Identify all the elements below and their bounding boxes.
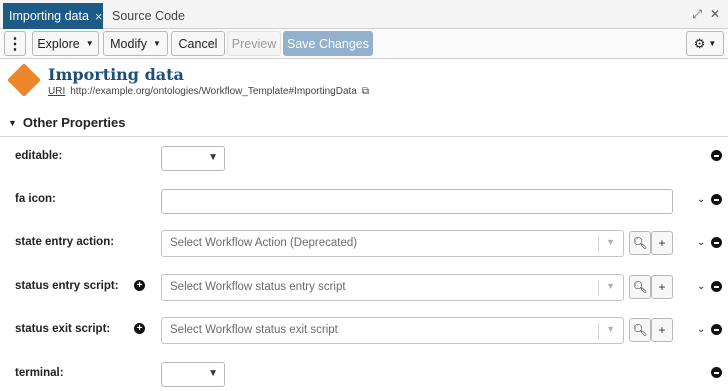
resource-title: Importing data xyxy=(48,65,184,84)
status-exit-script-select[interactable]: Select Workflow status exit script ▼ xyxy=(161,317,624,344)
external-link-icon[interactable]: ⧉ xyxy=(362,86,369,97)
remove-icon[interactable] xyxy=(711,367,722,378)
plus-icon: + xyxy=(658,236,666,250)
placeholder: Select Workflow status entry script xyxy=(170,281,346,293)
chevron-down-icon[interactable]: ⌄ xyxy=(697,324,705,335)
placeholder: Select Workflow Action (Deprecated) xyxy=(170,237,358,249)
add-button[interactable]: + xyxy=(651,318,673,342)
uri-line: URI http://example.org/ontologies/Workfl… xyxy=(48,86,369,97)
close-icon[interactable]: ✕ xyxy=(710,7,720,22)
caret-down-icon: ▼ xyxy=(8,117,17,128)
state-entry-action-select[interactable]: Select Workflow Action (Deprecated) ▼ xyxy=(161,230,624,257)
close-icon[interactable]: × xyxy=(95,9,103,24)
uri-value: http://example.org/ontologies/Workflow_T… xyxy=(70,86,357,97)
modify-button[interactable]: Modify ▼ xyxy=(103,31,168,56)
fa-icon-label: fa icon: xyxy=(15,193,56,205)
menu-button[interactable]: ⋮ xyxy=(4,31,26,56)
status-entry-script-label: status entry script: xyxy=(15,280,119,292)
divider xyxy=(598,323,599,339)
save-changes-button[interactable]: Save Changes xyxy=(283,31,373,56)
chevron-down-icon: ▼ xyxy=(606,324,615,334)
cancel-button[interactable]: Cancel xyxy=(171,31,225,56)
diamond-icon xyxy=(7,63,41,97)
caret-down-icon: ▼ xyxy=(85,39,94,48)
chevron-down-icon: ▼ xyxy=(208,368,218,379)
tab-importing-data[interactable]: Importing data × xyxy=(3,3,103,29)
tab-bar: Importing data × Source Code ⤢ ✕ xyxy=(0,0,728,29)
chevron-down-icon[interactable]: ⌄ xyxy=(697,281,705,292)
preview-button[interactable]: Preview xyxy=(227,31,281,56)
state-entry-action-label: state entry action: xyxy=(15,236,115,248)
plus-icon: + xyxy=(658,323,666,337)
fa-icon-input[interactable] xyxy=(161,189,673,214)
editable-label: editable: xyxy=(15,150,63,162)
modify-label: Modify xyxy=(110,36,147,51)
chevron-down-icon: ▼ xyxy=(606,281,615,291)
status-entry-script-select[interactable]: Select Workflow status entry script ▼ xyxy=(161,274,624,301)
window-controls: ⤢ ✕ xyxy=(692,7,720,22)
chevron-down-icon: ▼ xyxy=(208,152,218,163)
terminal-label: terminal: xyxy=(15,367,64,379)
maximize-icon[interactable]: ⤢ xyxy=(692,7,702,22)
search-button[interactable]: 🔍︎ xyxy=(629,318,651,342)
tab-label: Source Code xyxy=(112,9,185,23)
search-button[interactable]: 🔍︎ xyxy=(629,231,651,255)
kebab-icon: ⋮ xyxy=(7,35,23,53)
terminal-select[interactable]: ▼ xyxy=(161,362,225,387)
editable-select[interactable]: ▼ xyxy=(161,146,225,171)
remove-icon[interactable] xyxy=(711,237,722,248)
section-other-properties[interactable]: ▼ Other Properties xyxy=(8,115,126,130)
divider xyxy=(0,136,728,137)
add-value-icon[interactable]: + xyxy=(134,280,145,291)
status-exit-script-label: status exit script: xyxy=(15,323,111,335)
add-button[interactable]: + xyxy=(651,231,673,255)
remove-icon[interactable] xyxy=(711,150,722,161)
explore-button[interactable]: Explore ▼ xyxy=(32,31,99,56)
chevron-down-icon[interactable]: ⌄ xyxy=(697,237,705,248)
add-button[interactable]: + xyxy=(651,275,673,299)
preview-label: Preview xyxy=(231,36,277,51)
plus-icon: + xyxy=(658,280,666,294)
chevron-down-icon: ▼ xyxy=(606,237,615,247)
save-label: Save Changes xyxy=(286,36,369,51)
chevron-down-icon[interactable]: ⌄ xyxy=(697,194,705,205)
tab-label: Importing data xyxy=(9,9,89,23)
search-icon: 🔍︎ xyxy=(632,236,648,250)
remove-icon[interactable] xyxy=(711,194,722,205)
placeholder: Select Workflow status exit script xyxy=(170,324,338,336)
uri-label[interactable]: URI xyxy=(48,86,65,97)
gear-icon: ⚙ xyxy=(693,35,706,51)
divider xyxy=(598,280,599,296)
add-value-icon[interactable]: + xyxy=(134,323,145,334)
tab-source-code[interactable]: Source Code xyxy=(104,3,193,29)
divider xyxy=(598,236,599,252)
section-title: Other Properties xyxy=(22,115,126,130)
caret-down-icon: ▼ xyxy=(152,39,161,48)
settings-button[interactable]: ⚙ ▼ xyxy=(686,31,724,56)
search-icon: 🔍︎ xyxy=(632,280,648,294)
explore-label: Explore xyxy=(37,36,80,51)
caret-down-icon: ▼ xyxy=(708,39,717,48)
toolbar: ⋮ Explore ▼ Modify ▼ Cancel Preview Save C… xyxy=(0,29,728,59)
remove-icon[interactable] xyxy=(711,324,722,335)
search-icon: 🔍︎ xyxy=(632,323,648,337)
cancel-label: Cancel xyxy=(178,36,218,51)
search-button[interactable]: 🔍︎ xyxy=(629,275,651,299)
remove-icon[interactable] xyxy=(711,281,722,292)
